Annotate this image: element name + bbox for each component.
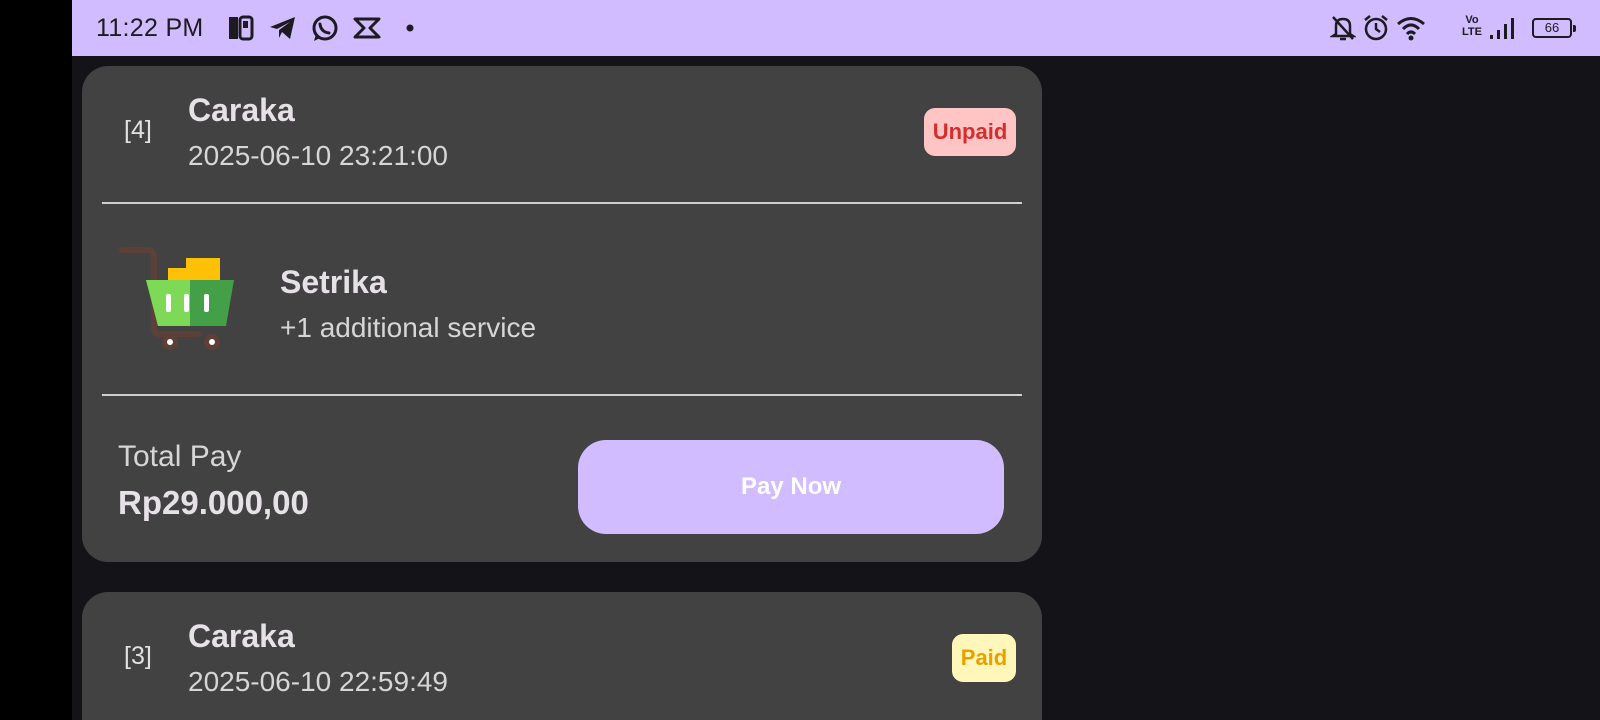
status-time: 11:22 PM [96,14,204,42]
volte-top-label: Vo [1465,14,1479,26]
order-datetime: 2025-06-10 22:59:49 [188,666,448,697]
order-datetime: 2025-06-10 23:21:00 [188,140,448,171]
order-card[interactable]: [3] Caraka 2025-06-10 22:59:49 Paid [82,592,1042,720]
status-bar: 11:22 PM Vo LTE 66 [72,0,1600,56]
capcut-icon [352,14,382,42]
volte-icon: Vo LTE [1462,14,1482,38]
pay-now-button[interactable]: Pay Now [578,440,1004,534]
status-badge: Unpaid [924,108,1016,156]
order-card[interactable]: [4] Caraka 2025-06-10 23:21:00 Unpaid Se… [82,66,1042,562]
shopping-cart-icon [118,246,240,356]
signal-icon [1488,14,1518,42]
p-app-icon [228,14,254,42]
divider [102,202,1022,204]
battery-icon: 66 [1532,18,1576,38]
volte-bottom-label: LTE [1462,26,1482,38]
additional-service: +1 additional service [280,312,537,343]
order-number: [3] [124,642,152,670]
customer-name: Caraka [188,92,295,128]
status-badge: Paid [952,634,1016,682]
divider [102,394,1022,396]
wifi-icon [1396,14,1426,42]
order-number: [4] [124,116,152,144]
mute-bell-icon [1330,14,1356,42]
service-name: Setrika [280,264,387,300]
total-pay-value: Rp29.000,00 [118,484,309,521]
left-system-bar [0,0,72,720]
alarm-icon [1362,14,1390,42]
customer-name: Caraka [188,618,295,654]
notification-dot-icon [406,24,414,32]
app-screen: 11:22 PM Vo LTE 66 [4] Caraka 2025-06-10… [72,0,1600,720]
telegram-icon [268,14,298,42]
total-pay-label: Total Pay [118,440,242,473]
whatsapp-icon [310,14,340,44]
